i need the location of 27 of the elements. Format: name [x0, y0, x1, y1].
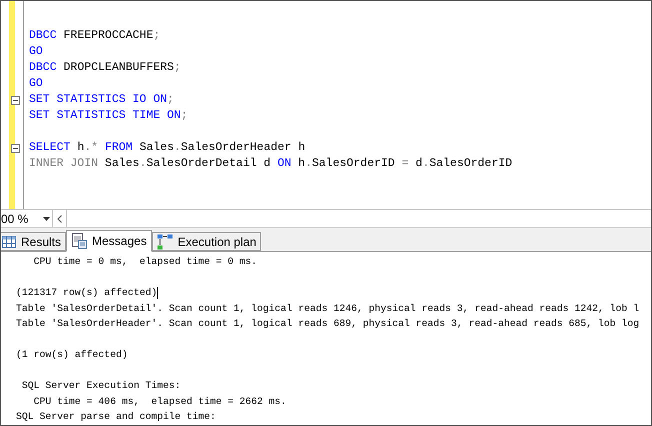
code-line: INNER JOIN Sales.SalesOrderDetail d ON h.SalesOrderID = d.SalesOrderID: [28, 156, 512, 172]
code-line: DBCC DROPCLEANBUFFERS;: [28, 60, 181, 76]
collapse-icon[interactable]: [11, 144, 20, 152]
zoom-dropdown[interactable]: 00 %: [1, 210, 53, 227]
scroll-left-button[interactable]: [53, 210, 67, 227]
tab[interactable]: Results: [1, 232, 66, 251]
message-line: SQL Server parse and compile time:: [16, 410, 216, 424]
chevron-left-icon: [57, 214, 62, 222]
code-line: DBCC FREEPROCCACHE;: [28, 28, 160, 44]
tab[interactable]: Execution plan: [152, 232, 262, 251]
document-icon: [71, 233, 88, 249]
code-line: SELECT h.* FROM Sales.SalesOrderHeader h: [28, 140, 306, 156]
message-line: CPU time = 0 ms, elapsed time = 0 ms.: [32, 255, 258, 269]
code-line: GO: [28, 44, 43, 60]
code-line: GO: [28, 76, 43, 92]
message-line: SQL Server Execution Times:: [20, 379, 181, 393]
message-line: (1 row(s) affected): [16, 348, 128, 362]
code-line: SET STATISTICS IO ON;: [28, 92, 174, 108]
collapse-icon[interactable]: [11, 96, 20, 104]
code-line: SET STATISTICS TIME ON;: [28, 108, 188, 124]
flowchart-icon: [156, 234, 173, 250]
message-line: (121317 row(s) affected): [16, 286, 158, 300]
caret-icon: [43, 216, 50, 220]
message-line: Table 'SalesOrderDetail'. Scan count 1, logical reads 1246, physical reads 3, read-ahead reads 1242, lob l: [16, 302, 640, 316]
message-line: CPU time = 406 ms, elapsed time = 2662 ms.: [32, 394, 286, 408]
tab[interactable]: Messages: [66, 230, 152, 252]
message-line: Table 'SalesOrderHeader'. Scan count 1, logical reads 689, physical reads 3, read-ahead reads 685, lob log: [16, 317, 640, 331]
